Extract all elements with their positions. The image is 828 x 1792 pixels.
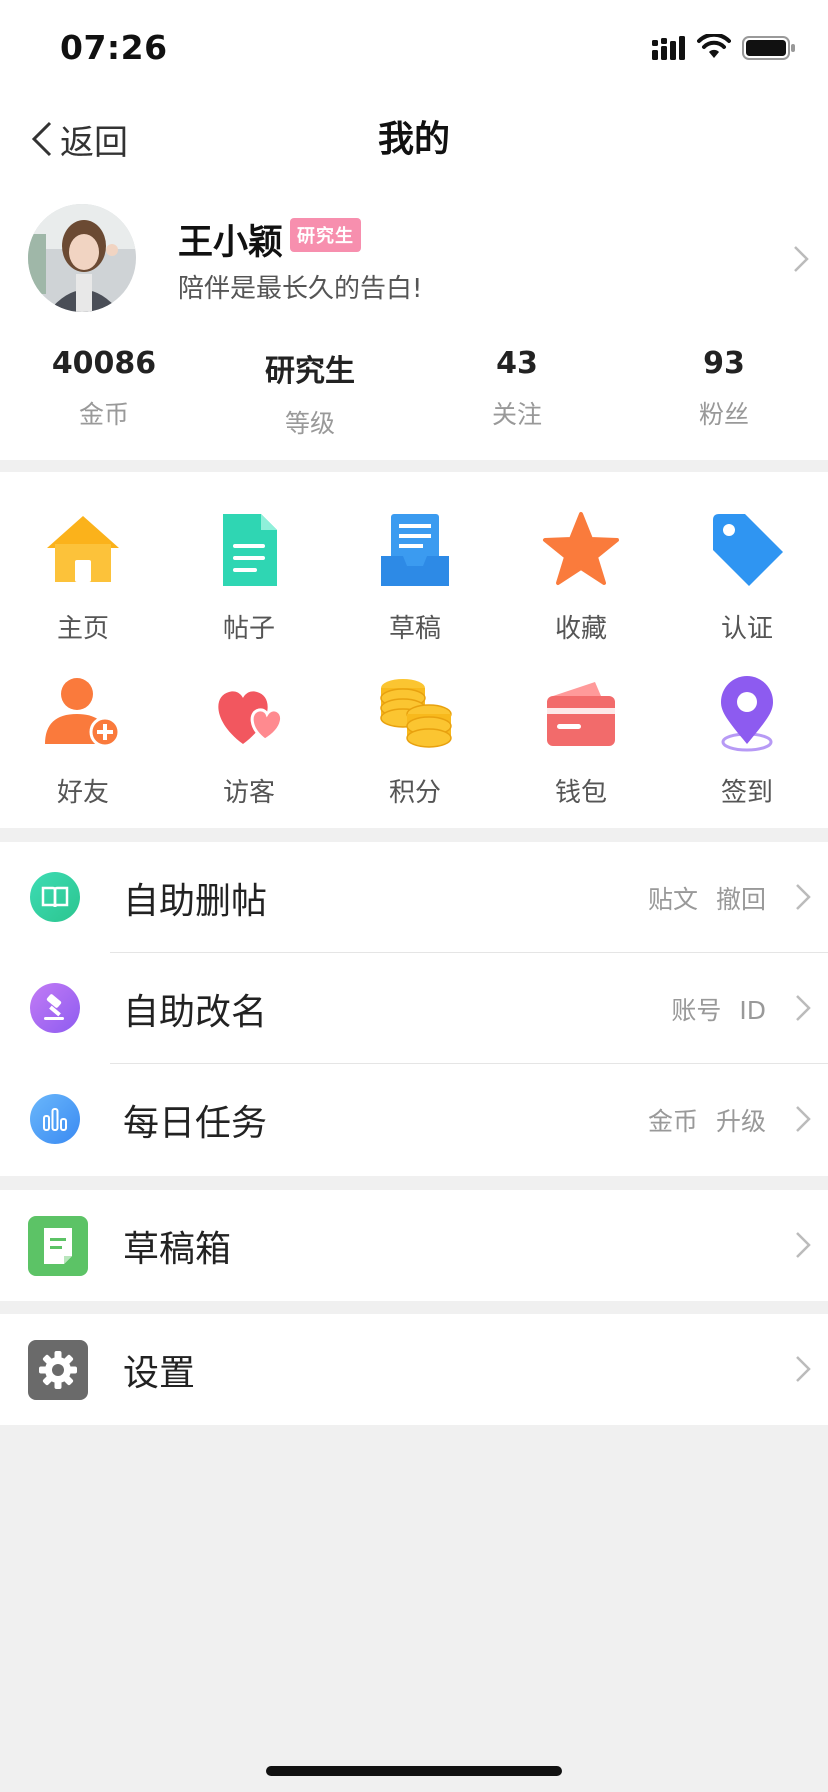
- chevron-right-icon: [794, 246, 809, 272]
- user-bio: 陪伴是最长久的告白!: [178, 274, 423, 304]
- stat-level[interactable]: 研究生 等级: [220, 346, 400, 440]
- menu-list: 自助删帖 贴文 撤回 自助改名 账号 ID 每日任务 金币 升级: [0, 842, 828, 1176]
- home-indicator[interactable]: [266, 1766, 562, 1776]
- grid-item-drafts[interactable]: 草稿: [332, 510, 498, 645]
- chevron-right-icon: [796, 995, 811, 1021]
- menu-item-label: 每日任务: [123, 1103, 268, 1144]
- bar-chart-icon: [30, 1094, 80, 1144]
- menu-item-drafts-box[interactable]: 草稿箱: [0, 1190, 828, 1301]
- grid-item-checkin[interactable]: 签到: [664, 674, 828, 809]
- wifi-icon: [697, 34, 731, 58]
- menu-item-self-rename[interactable]: 自助改名 账号 ID: [0, 953, 828, 1064]
- grid-item-verify[interactable]: 认证: [664, 510, 828, 645]
- chevron-right-icon: [796, 1106, 811, 1132]
- menu-item-hint: 贴文 撤回: [648, 885, 766, 914]
- menu-item-settings[interactable]: 设置: [0, 1314, 828, 1425]
- cellular-signal-icon: [652, 36, 685, 60]
- stat-coins[interactable]: 40086 金币: [14, 346, 194, 431]
- stat-following[interactable]: 43 关注: [427, 346, 607, 431]
- stat-value: 40086: [51, 346, 157, 381]
- avatar[interactable]: [28, 204, 136, 312]
- menu-item-hint: 金币 升级: [648, 1107, 766, 1136]
- stat-label: 等级: [284, 409, 335, 438]
- battery-icon: [742, 36, 795, 60]
- status-bar: 07:26: [0, 0, 828, 96]
- grid-item-home[interactable]: 主页: [0, 510, 166, 645]
- star-icon: [543, 512, 619, 585]
- stat-label: 关注: [491, 400, 542, 429]
- add-friend-icon: [45, 678, 121, 748]
- menu-item-hint: 账号 ID: [671, 996, 766, 1025]
- book-icon: [30, 872, 80, 922]
- chevron-right-icon: [796, 1232, 811, 1258]
- home-icon: [47, 516, 119, 582]
- menu-item-label: 设置: [123, 1353, 196, 1394]
- grid-item-posts[interactable]: 帖子: [166, 510, 332, 645]
- stat-label: 粉丝: [698, 400, 749, 429]
- avatar-image: [28, 204, 136, 312]
- stat-value: 93: [703, 346, 745, 381]
- stat-label: 金币: [78, 400, 129, 429]
- chevron-right-icon: [796, 884, 811, 910]
- wallet-icon: [547, 682, 615, 746]
- grid-item-wallet[interactable]: 钱包: [498, 674, 664, 809]
- menu-item-daily-tasks[interactable]: 每日任务 金币 升级: [0, 1064, 828, 1175]
- user-level-badge: 研究生: [290, 218, 361, 252]
- draft-tray-icon: [381, 514, 449, 586]
- menu-item-label: 草稿箱: [123, 1229, 232, 1270]
- stat-followers[interactable]: 93 粉丝: [634, 346, 814, 431]
- grid-label: 主页: [56, 614, 109, 644]
- settings-section: 设置: [0, 1314, 828, 1425]
- tag-icon: [713, 514, 783, 586]
- grid-item-favorites[interactable]: 收藏: [498, 510, 664, 645]
- stat-value: 研究生: [265, 354, 355, 389]
- menu-item-label: 自助删帖: [123, 881, 268, 922]
- page-title: 我的: [377, 119, 450, 160]
- drafts-section: 草稿箱: [0, 1190, 828, 1301]
- grid-label: 访客: [222, 778, 275, 808]
- menu-item-label: 自助改名: [123, 992, 268, 1033]
- grid-label: 帖子: [222, 614, 275, 644]
- note-icon: [28, 1216, 88, 1276]
- feature-grid: 主页 帖子 草稿 收藏 认证 好友 访客 积分 钱包 签到: [0, 472, 828, 828]
- coins-icon: [380, 679, 452, 748]
- grid-label: 签到: [720, 778, 773, 808]
- gear-icon: [28, 1340, 88, 1400]
- chevron-right-icon: [796, 1356, 811, 1382]
- user-name: 王小颖: [178, 223, 284, 263]
- grid-label: 积分: [388, 778, 441, 808]
- grid-label: 认证: [720, 614, 773, 644]
- document-icon: [223, 514, 277, 586]
- location-pin-icon: [721, 676, 773, 752]
- status-time: 07:26: [60, 28, 168, 67]
- stat-value: 43: [496, 346, 538, 381]
- grid-item-visitors[interactable]: 访客: [166, 674, 332, 809]
- hearts-icon: [218, 691, 284, 744]
- grid-label: 好友: [56, 778, 109, 808]
- menu-item-self-delete[interactable]: 自助删帖 贴文 撤回: [0, 842, 828, 953]
- grid-label: 收藏: [554, 614, 607, 644]
- gavel-icon: [30, 983, 80, 1033]
- grid-item-friends[interactable]: 好友: [0, 674, 166, 809]
- grid-label: 草稿: [388, 614, 441, 644]
- profile-card[interactable]: 王小颖 研究生 陪伴是最长久的告白! 40086 金币 研究生 等级 43 关注…: [0, 186, 828, 460]
- nav-bar: 返回 我的: [0, 96, 828, 186]
- grid-label: 钱包: [554, 778, 607, 808]
- grid-item-points[interactable]: 积分: [332, 674, 498, 809]
